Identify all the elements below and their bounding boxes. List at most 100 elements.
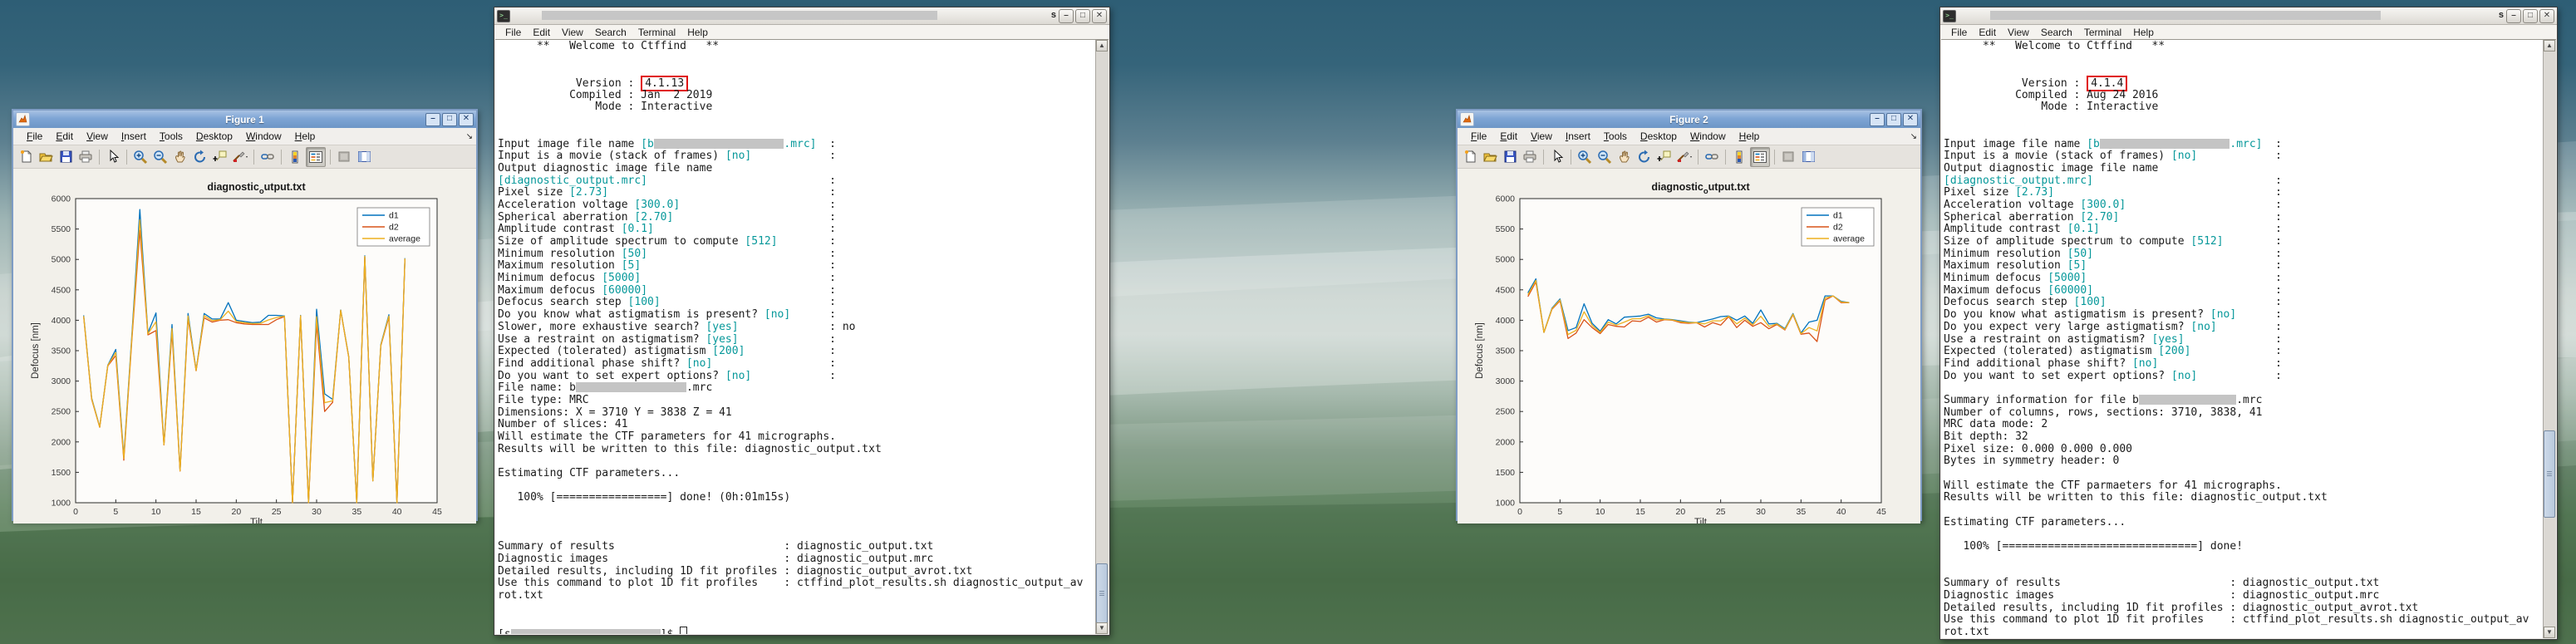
open-file-icon[interactable] <box>1481 148 1499 166</box>
insert-colorbar-icon[interactable] <box>286 148 304 166</box>
menu-view[interactable]: View <box>1524 129 1559 144</box>
svg-text:d1: d1 <box>1833 211 1843 221</box>
minimize-button[interactable]: – <box>2506 9 2521 23</box>
terminal-line: Defocus search step [100] : <box>1944 297 2542 309</box>
print-figure-icon[interactable] <box>76 148 95 166</box>
save-figure-icon[interactable] <box>1501 148 1519 166</box>
terminal-line: [diagnostic_output.mrc] : <box>1944 175 2542 188</box>
link-plot-icon[interactable] <box>1703 148 1721 166</box>
arrow-cursor-icon[interactable] <box>1548 148 1566 166</box>
menu-search[interactable]: Search <box>2035 27 2078 38</box>
open-file-icon[interactable] <box>37 148 55 166</box>
terminal-line: Output diagnostic image file name <box>498 163 1094 175</box>
maximize-button[interactable]: □ <box>1886 113 1901 126</box>
pan-hand-icon[interactable] <box>171 148 189 166</box>
print-figure-icon[interactable] <box>1521 148 1539 166</box>
menu-window[interactable]: Window <box>1684 129 1733 144</box>
terminal2-titlebar[interactable]: >_ s –□✕ <box>1940 7 2557 25</box>
rotate-3d-icon[interactable] <box>1635 148 1654 166</box>
close-button[interactable]: ✕ <box>1903 113 1918 126</box>
terminal1-scrollbar[interactable]: ▲ ☰ ▼ <box>1095 40 1109 634</box>
menu-file[interactable]: File <box>1464 129 1493 144</box>
zoom-in-icon[interactable] <box>131 148 150 166</box>
menubar-overflow-icon[interactable]: ↘ <box>1910 132 1917 141</box>
terminal2-scrollbar[interactable]: ▲ ☰ ▼ <box>2543 40 2556 638</box>
scroll-up-icon[interactable]: ▲ <box>2544 40 2555 52</box>
zoom-in-icon[interactable] <box>1576 148 1594 166</box>
arrow-cursor-icon[interactable] <box>104 148 122 166</box>
menu-help[interactable]: Help <box>1733 129 1767 144</box>
minimize-button[interactable]: – <box>425 113 440 126</box>
menu-desktop[interactable]: Desktop <box>1634 129 1684 144</box>
insert-colorbar-icon[interactable] <box>1730 148 1748 166</box>
svg-text:average: average <box>1833 234 1865 244</box>
scroll-down-icon[interactable]: ▼ <box>1096 622 1108 634</box>
save-figure-icon[interactable] <box>57 148 75 166</box>
menu-window[interactable]: Window <box>239 129 288 144</box>
maximize-button[interactable]: □ <box>1075 9 1090 23</box>
menu-tools[interactable]: Tools <box>153 129 189 144</box>
menu-insert[interactable]: Insert <box>115 129 153 144</box>
terminal2-content[interactable]: ** Welcome to Ctffind ** Version : 4.1.4… <box>1941 39 2556 638</box>
show-plot-tools-icon[interactable] <box>1799 148 1817 166</box>
terminal-line: rot.txt <box>498 590 1094 602</box>
menu-edit[interactable]: Edit <box>527 27 556 38</box>
terminal1-content[interactable]: ** Welcome to Ctffind ** Version : 4.1.1… <box>495 39 1109 634</box>
insert-legend-icon[interactable] <box>306 147 326 167</box>
scroll-down-icon[interactable]: ▼ <box>2544 627 2555 638</box>
terminal1-titlebar[interactable]: >_ s –□✕ <box>494 7 1109 25</box>
scrollbar-thumb[interactable]: ☰ <box>2544 430 2555 518</box>
menu-file[interactable]: File <box>499 27 527 38</box>
hide-plot-tools-icon[interactable] <box>1779 148 1797 166</box>
brush-icon[interactable] <box>231 148 249 166</box>
menu-edit[interactable]: Edit <box>49 129 80 144</box>
close-button[interactable]: ✕ <box>459 113 474 126</box>
figure1-chart: diagnosticoutput.txt05101520253035404510… <box>13 169 476 524</box>
new-figure-icon[interactable] <box>1461 148 1479 166</box>
menu-file[interactable]: File <box>1945 27 1973 38</box>
menu-help[interactable]: Help <box>288 129 322 144</box>
figure1-titlebar[interactable]: Figure 1 –□✕ <box>13 111 476 128</box>
terminal-line: MRC data mode: 2 <box>1944 419 2542 431</box>
menu-terminal[interactable]: Terminal <box>632 27 681 38</box>
zoom-out-icon[interactable] <box>1595 148 1614 166</box>
svg-text:Defocus [nm]: Defocus [nm] <box>1475 322 1485 379</box>
maximize-button[interactable]: □ <box>2523 9 2538 23</box>
menu-edit[interactable]: Edit <box>1493 129 1524 144</box>
minimize-button[interactable]: – <box>1059 9 1074 23</box>
insert-legend-icon[interactable] <box>1750 147 1770 167</box>
scrollbar-thumb[interactable]: ☰ <box>1096 563 1108 623</box>
link-plot-icon[interactable] <box>258 148 277 166</box>
menubar-overflow-icon[interactable]: ↘ <box>466 132 473 141</box>
menu-search[interactable]: Search <box>589 27 632 38</box>
menu-file[interactable]: File <box>20 129 49 144</box>
close-button[interactable]: ✕ <box>1092 9 1107 23</box>
minimize-button[interactable]: – <box>1870 113 1885 126</box>
menu-terminal[interactable]: Terminal <box>2078 27 2127 38</box>
brush-icon[interactable] <box>1675 148 1694 166</box>
scroll-up-icon[interactable]: ▲ <box>1096 40 1108 52</box>
menu-view[interactable]: View <box>80 129 115 144</box>
data-cursor-icon[interactable] <box>211 148 229 166</box>
menu-desktop[interactable]: Desktop <box>189 129 239 144</box>
terminal-line <box>1944 553 2542 566</box>
figure2-titlebar[interactable]: Figure 2 –□✕ <box>1458 111 1920 128</box>
menu-help[interactable]: Help <box>2127 27 2160 38</box>
menu-edit[interactable]: Edit <box>1973 27 2002 38</box>
menu-insert[interactable]: Insert <box>1559 129 1597 144</box>
new-figure-icon[interactable] <box>17 148 35 166</box>
svg-text:1500: 1500 <box>1496 468 1516 478</box>
rotate-3d-icon[interactable] <box>191 148 209 166</box>
maximize-button[interactable]: □ <box>442 113 457 126</box>
close-button[interactable]: ✕ <box>2539 9 2554 23</box>
menu-view[interactable]: View <box>2002 27 2035 38</box>
show-plot-tools-icon[interactable] <box>355 148 373 166</box>
zoom-out-icon[interactable] <box>151 148 170 166</box>
pan-hand-icon[interactable] <box>1615 148 1634 166</box>
data-cursor-icon[interactable] <box>1655 148 1674 166</box>
hide-plot-tools-icon[interactable] <box>335 148 353 166</box>
menu-help[interactable]: Help <box>681 27 714 38</box>
terminal-line: Use a restraint on astigmatism? [yes] : <box>498 334 1094 347</box>
menu-view[interactable]: View <box>556 27 589 38</box>
menu-tools[interactable]: Tools <box>1597 129 1634 144</box>
